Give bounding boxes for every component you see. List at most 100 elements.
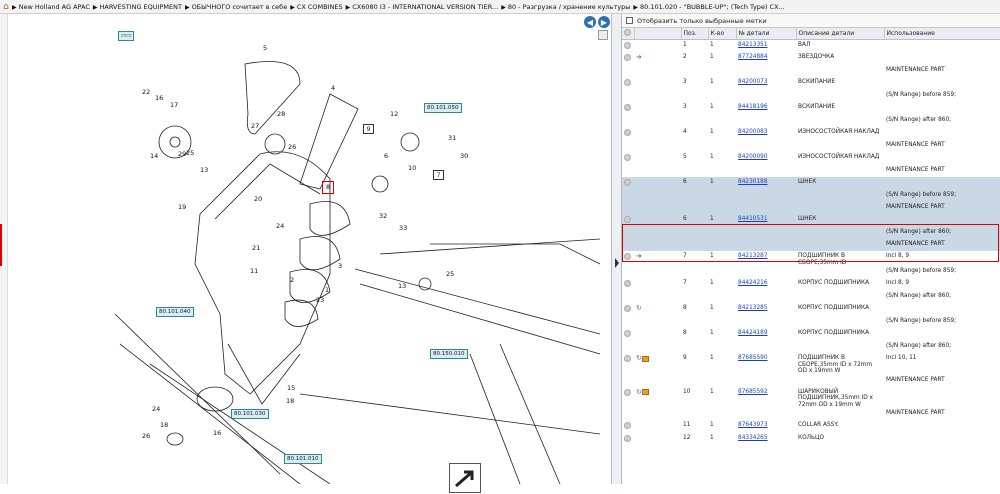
panel-splitter[interactable] — [612, 14, 622, 484]
kit-box-icon[interactable] — [641, 389, 649, 395]
row-select[interactable] — [622, 52, 634, 65]
callout[interactable]: 4 — [331, 84, 335, 92]
callout[interactable]: 11 — [250, 267, 258, 275]
prev-arrow-icon[interactable]: ◀ — [584, 16, 596, 28]
part-number-link[interactable]: 84200090 — [738, 154, 768, 160]
select-circle-icon[interactable] — [624, 154, 631, 161]
table-note-row[interactable]: (S/N Range) after 860; — [622, 115, 1000, 127]
next-arrow-icon[interactable]: ▶ — [598, 16, 610, 28]
row-select[interactable] — [622, 278, 634, 291]
callout[interactable]: 21 — [252, 244, 260, 252]
callout[interactable]: 3 — [338, 262, 342, 270]
select-circle-icon[interactable] — [624, 330, 631, 337]
table-note-row[interactable]: MAINTENANCE PART — [622, 140, 1000, 152]
row-part-number[interactable]: 84213351 — [736, 39, 796, 52]
header-pos[interactable]: Поз. — [681, 28, 709, 40]
row-select[interactable] — [622, 420, 634, 433]
row-part-number[interactable]: 87685590 — [736, 353, 796, 375]
table-row[interactable]: 5 1 84200090 ИЗНОСОСТОЙКАЯ НАКЛАД — [622, 152, 1000, 165]
row-part-number[interactable]: 87643973 — [736, 420, 796, 433]
table-row[interactable]: 11 1 87643973 COLLAR ASSY. — [622, 420, 1000, 433]
row-select[interactable] — [622, 214, 634, 227]
table-row[interactable]: ↻ 10 1 87685592 ШАРИКОВЫЙ ПОДШИПНИК,35mm ID … — [622, 387, 1000, 409]
header-part-no[interactable]: № детали — [736, 28, 797, 40]
row-select[interactable] — [622, 39, 634, 52]
row-part-number[interactable]: 84200083 — [736, 127, 796, 140]
row-select[interactable] — [622, 387, 634, 409]
callout[interactable]: 18 — [160, 421, 168, 429]
header-select[interactable] — [622, 28, 635, 40]
table-note-row[interactable]: MAINTENANCE PART — [622, 408, 1000, 420]
select-circle-icon[interactable] — [624, 253, 631, 260]
select-circle-icon[interactable] — [624, 422, 631, 429]
row-part-number[interactable]: 84410531 — [736, 214, 796, 227]
row-part-number[interactable]: 84424189 — [736, 328, 796, 341]
breadcrumb-item[interactable]: ▶ 80.101.020 - "BUBBLE-UP"; (Tech Type) C… — [633, 3, 784, 11]
breadcrumb-item[interactable]: ▶ New Holland AG APAC — [12, 3, 90, 11]
callout[interactable]: 26 — [142, 432, 150, 440]
callout[interactable]: 25 — [446, 270, 454, 278]
select-circle-icon[interactable] — [624, 355, 631, 362]
replaced-arrow-icon[interactable]: ↻ — [636, 304, 642, 312]
table-note-row[interactable]: MAINTENANCE PART — [622, 202, 1000, 214]
select-circle-icon[interactable] — [624, 41, 631, 49]
ref-link-4[interactable]: 80.101.030 — [231, 409, 269, 419]
table-note-row[interactable]: (S/N Range) before 859; — [622, 190, 1000, 202]
row-part-number[interactable]: 84334265 — [736, 433, 796, 446]
callout[interactable]: 8 — [326, 183, 330, 191]
part-number-link[interactable]: 87685592 — [738, 389, 768, 395]
table-row[interactable]: 8 1 84424189 КОРПУС ПОДШИПНИКА — [622, 328, 1000, 341]
row-part-number[interactable]: 84230188 — [736, 177, 796, 190]
row-part-number[interactable]: 84418196 — [736, 102, 796, 115]
table-note-row[interactable]: (S/N Range) before 859; — [622, 90, 1000, 102]
table-row[interactable]: ➜ 7 1 84213287 ПОДШИПНИК В СБОРЕ,35mm ID Incl… — [622, 251, 1000, 266]
callout[interactable]: 15 — [287, 384, 295, 392]
row-part-number[interactable]: 84213285 — [736, 303, 796, 316]
select-circle-icon[interactable] — [624, 54, 631, 61]
select-circle-icon[interactable] — [624, 216, 631, 223]
callout-box[interactable]: 7 — [433, 170, 444, 180]
select-circle-icon[interactable] — [624, 79, 631, 86]
go-arrow-icon[interactable]: ➜ — [636, 53, 642, 61]
select-circle-icon[interactable] — [624, 104, 631, 111]
table-row[interactable]: 6 1 84230188 ШНЕК — [622, 177, 1000, 190]
go-arrow-icon[interactable]: ➜ — [636, 252, 642, 260]
ref-link-3[interactable]: 80.150.010 — [430, 349, 468, 359]
callout[interactable]: 33 — [399, 224, 407, 232]
row-select[interactable] — [622, 328, 634, 341]
part-number-link[interactable]: 87643973 — [738, 422, 768, 428]
callout[interactable]: 22 — [142, 88, 150, 96]
table-note-row[interactable]: (S/N Range) after 860; — [622, 291, 1000, 303]
part-number-link[interactable]: 84334265 — [738, 435, 768, 441]
callout[interactable]: 16 — [155, 94, 163, 102]
breadcrumb-item[interactable]: ▶ CX6080 I3 - INTERNATIONAL VERSION TIER.… — [346, 3, 499, 11]
select-circle-icon[interactable] — [624, 179, 631, 186]
callout[interactable]: 24 — [276, 222, 284, 230]
table-row[interactable]: 12 1 84334265 КОЛЬЦО — [622, 433, 1000, 446]
callout[interactable]: 10 — [408, 164, 416, 172]
row-part-number[interactable]: 84200073 — [736, 77, 796, 90]
part-number-link[interactable]: 84230188 — [738, 179, 768, 185]
row-select[interactable] — [622, 77, 634, 90]
part-number-link[interactable]: 84213351 — [738, 42, 768, 48]
part-number-link[interactable]: 84424216 — [738, 280, 768, 286]
row-select[interactable] — [622, 177, 634, 190]
table-row[interactable]: 7 1 84424216 КОРПУС ПОДШИПНИКА Incl 8, 9 — [622, 278, 1000, 291]
row-part-number[interactable]: 84213287 — [736, 251, 796, 266]
table-row[interactable]: 4 1 84200083 ИЗНОСОСТОЙКАЯ НАКЛАД — [622, 127, 1000, 140]
breadcrumb-item[interactable]: ▶ ОБЫЧНОГО сочитает в себе — [185, 3, 287, 11]
row-select[interactable] — [622, 251, 634, 266]
home-icon[interactable]: ⌂ — [0, 2, 12, 12]
table-note-row[interactable]: (S/N Range) before 859; — [622, 316, 1000, 328]
callout[interactable]: 28 — [277, 110, 285, 118]
part-number-link[interactable]: 84200073 — [738, 79, 768, 85]
callout[interactable]: 18 — [286, 397, 294, 405]
table-row[interactable]: 6 1 84410531 ШНЕК — [622, 214, 1000, 227]
parts-diagram[interactable]: ▤ ▭▭ 80.101.050 80.101.040 80.150.010 80… — [0, 14, 612, 493]
table-note-row[interactable]: (S/N Range) after 860; — [622, 227, 1000, 239]
callout[interactable]: 24 — [152, 405, 160, 413]
part-number-link[interactable]: 84410531 — [738, 216, 768, 222]
row-select[interactable] — [622, 433, 634, 446]
part-number-link[interactable]: 84200083 — [738, 129, 768, 135]
callout[interactable]: 31 — [448, 134, 456, 142]
